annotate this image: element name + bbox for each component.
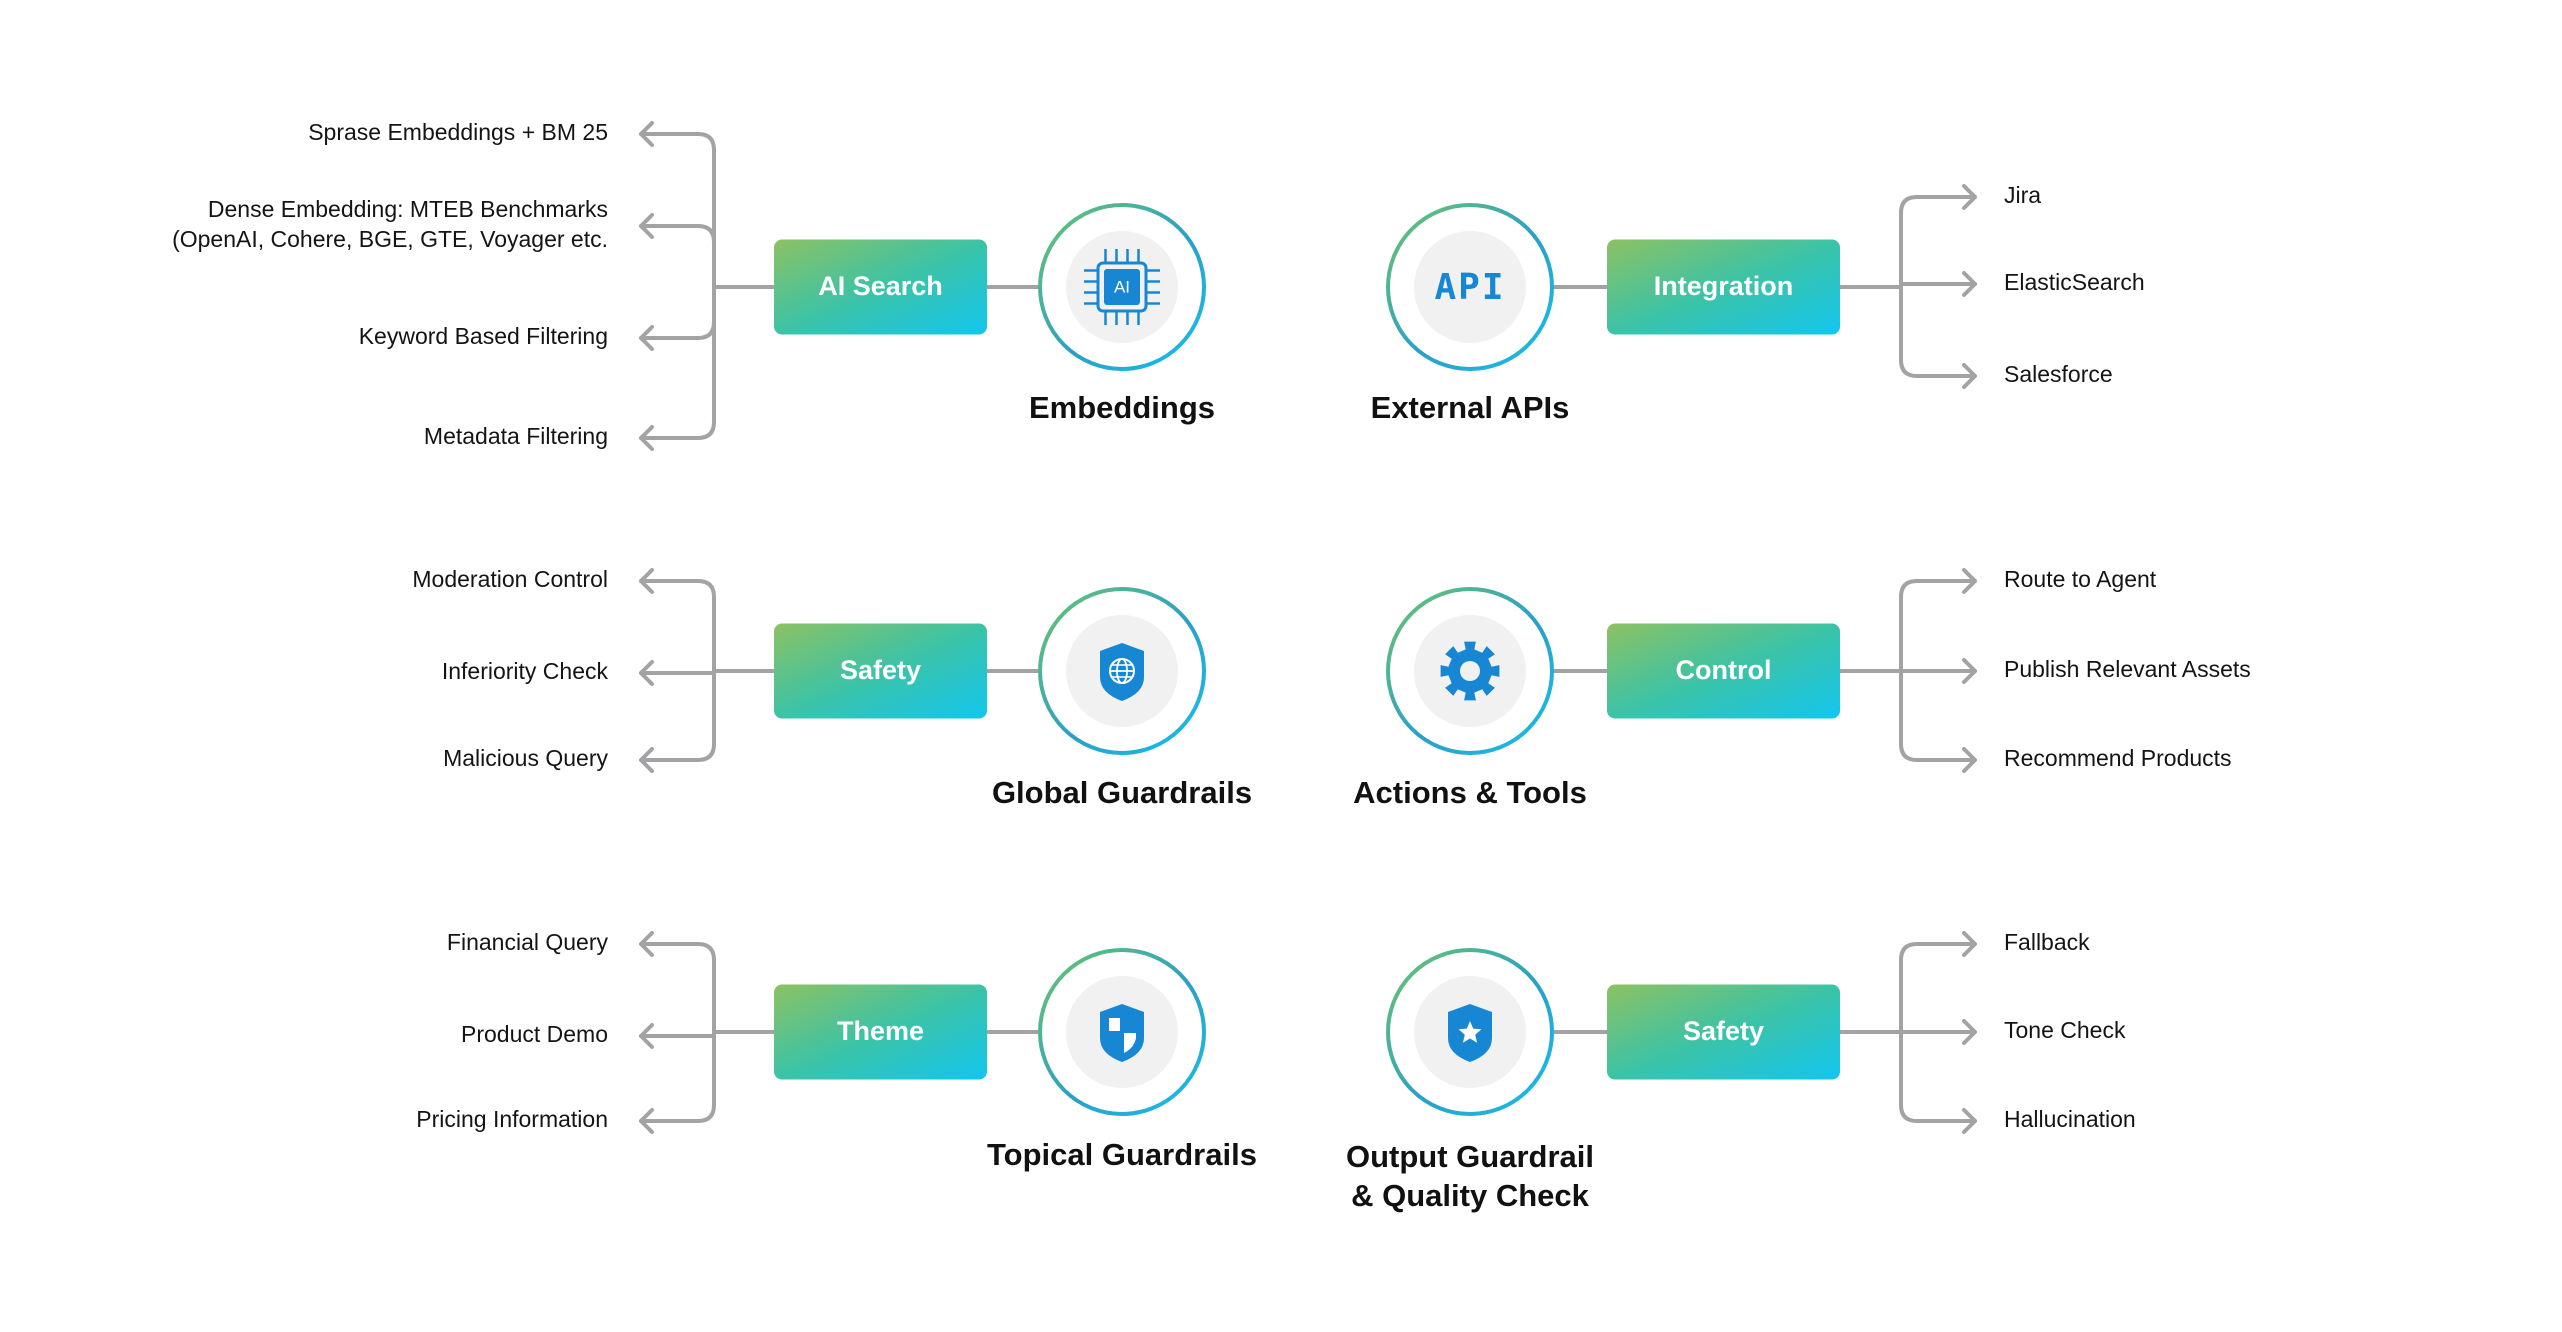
category-box: Integration (1607, 239, 1840, 335)
branch-item-label: Route to Agent (2004, 566, 2157, 592)
node-circle: AI (1038, 203, 1206, 371)
branch-item-label: Dense Embedding: MTEB Benchmarks (208, 196, 608, 222)
branch-item-label: Recommend Products (2004, 745, 2232, 771)
branch-item-label: Financial Query (447, 929, 609, 955)
branch-item-label: Sprase Embeddings + BM 25 (308, 119, 608, 145)
group-output-guardrail: Fallback Tone Check Hallucination Safety Out… (1346, 929, 2136, 1213)
category-box: Safety (774, 623, 987, 719)
node-title: Output Guardrail (1346, 1139, 1594, 1174)
branch-arrow (1899, 184, 1977, 215)
branch-arrow (639, 568, 716, 599)
node-circle (1386, 948, 1554, 1116)
branch-arrow (1899, 742, 1977, 773)
group-actions-tools: Route to Agent Publish Relevant Assets Rec… (1353, 566, 2251, 810)
branch-arrow (1899, 1019, 1977, 1045)
svg-text:AI: AI (1114, 277, 1130, 296)
branch-arrow (639, 931, 716, 962)
branch-arrow (1899, 658, 1977, 684)
category-box-label: Safety (840, 655, 921, 685)
branch-arrow (1899, 1103, 1977, 1134)
branch-arrow (1899, 568, 1977, 599)
branch-item-label: Moderation Control (412, 566, 608, 592)
category-box-label: Theme (837, 1016, 924, 1046)
branch-arrow (639, 1103, 716, 1134)
gear-icon (1440, 641, 1500, 701)
branch-item-label: Malicious Query (443, 745, 608, 771)
group-topical-guardrails: Financial Query Product Demo Pricing Infor… (416, 929, 1257, 1172)
category-box: Control (1607, 623, 1840, 719)
api-icon: API (1434, 267, 1505, 308)
branch-item-label: Pricing Information (416, 1106, 608, 1132)
group-global-guardrails: Moderation Control Inferiority Check Malic… (412, 566, 1252, 810)
branch-arrow (639, 660, 716, 686)
branch-arrow (639, 320, 716, 351)
branch-item-label: Keyword Based Filtering (359, 323, 608, 349)
architecture-diagram: Sprase Embeddings + BM 25 Dense Embedding… (172, 119, 2251, 1213)
category-box-label: Integration (1654, 271, 1794, 301)
category-box-label: Control (1676, 655, 1772, 685)
category-box-label: Safety (1683, 1016, 1764, 1046)
branch-item-label: Product Demo (461, 1021, 608, 1047)
branch-item-label: Metadata Filtering (424, 423, 608, 449)
node-circle: API (1386, 203, 1554, 371)
branch-item-label: Publish Relevant Assets (2004, 656, 2251, 682)
branch-arrow (639, 420, 716, 451)
branch-item-label: (OpenAI, Cohere, BGE, GTE, Voyager etc. (172, 226, 608, 252)
category-box-label: AI Search (818, 271, 943, 301)
branch-arrow (1899, 931, 1977, 962)
group-external-apis: Jira ElasticSearch Salesforce Integration AP… (1371, 182, 2145, 425)
node-title: Embeddings (1029, 390, 1215, 425)
node-title: External APIs (1371, 390, 1570, 425)
branch-arrow (639, 742, 716, 773)
node-circle (1038, 587, 1206, 755)
node-title: Topical Guardrails (987, 1137, 1257, 1172)
branch-arrow (1899, 271, 1977, 297)
branch-arrow (1899, 358, 1977, 389)
node-circle (1386, 587, 1554, 755)
category-box: Theme (774, 984, 987, 1080)
branch-arrow (639, 213, 716, 244)
branch-item-label: Inferiority Check (442, 658, 609, 684)
branch-item-label: Hallucination (2004, 1106, 2136, 1132)
svg-text:API: API (1434, 267, 1505, 308)
category-box: AI Search (774, 239, 987, 335)
group-embeddings: Sprase Embeddings + BM 25 Dense Embedding… (172, 119, 1215, 451)
branch-item-label: Tone Check (2004, 1017, 2126, 1043)
node-title: Actions & Tools (1353, 775, 1587, 810)
branch-item-label: ElasticSearch (2004, 269, 2145, 295)
branch-arrow (639, 121, 716, 152)
node-circle (1038, 948, 1206, 1116)
branch-arrow (639, 1023, 716, 1049)
branch-item-label: Jira (2004, 182, 2041, 208)
node-title: & Quality Check (1351, 1178, 1589, 1213)
branch-item-label: Fallback (2004, 929, 2090, 955)
category-box: Safety (1607, 984, 1840, 1080)
node-title: Global Guardrails (992, 775, 1252, 810)
branch-item-label: Salesforce (2004, 361, 2113, 387)
